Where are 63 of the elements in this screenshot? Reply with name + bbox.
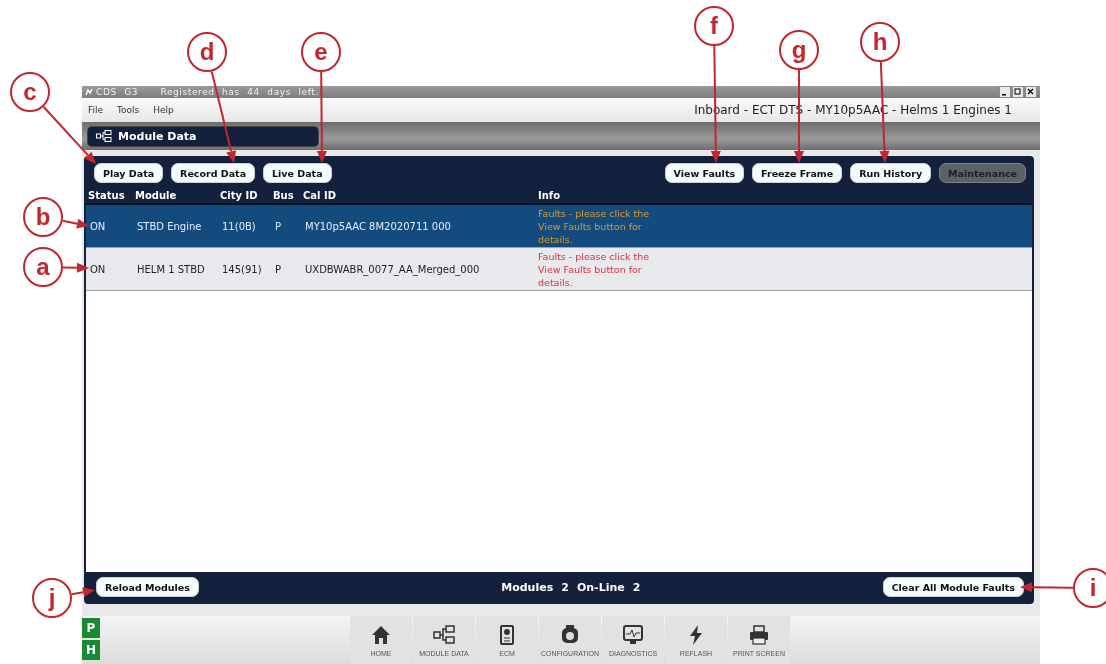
leader-arrow [70, 587, 95, 598]
table-row[interactable]: ON HELM 1 STBD 145(91) P UXDBWABR_0077_AA_Merged_000 Faults - please click the View Faults button for details. [86, 248, 1032, 291]
column-header[interactable]: Module [133, 189, 218, 201]
column-header[interactable]: Status [86, 189, 133, 201]
fault-message: Faults - please click the View Faults button for details. [537, 249, 651, 289]
table-cell-text: ON [89, 220, 107, 232]
reload-modules-button[interactable]: Reload Modules [96, 577, 199, 597]
table-cell-text: P [274, 220, 283, 232]
callout-label: f [694, 6, 734, 46]
column-header[interactable]: Cal ID [301, 189, 536, 201]
status-key[interactable]: H [82, 640, 100, 660]
menu-item[interactable]: Help [153, 105, 174, 115]
table-cell-text: P [274, 263, 283, 275]
printer-icon [748, 623, 770, 646]
table-cell-text: 145(91) [221, 263, 263, 275]
close-button[interactable] [1025, 86, 1037, 98]
menu-item[interactable]: Tools [117, 105, 140, 115]
callout-label: h [860, 22, 900, 62]
menu-item[interactable]: File [88, 105, 104, 115]
callout-label: b [23, 197, 63, 237]
module-icon [96, 130, 112, 142]
clear-faults-button[interactable]: Clear All Module Faults [882, 577, 1024, 597]
callout-label: e [301, 32, 341, 72]
restore-button[interactable] [1012, 86, 1024, 98]
table-cell-text: MY10p5AAC 8M2020711 000 [304, 220, 452, 232]
table-cell-text: STBD Engine [136, 220, 203, 232]
pill-button[interactable]: Live Data [263, 163, 332, 183]
module-icon [433, 623, 455, 646]
column-header[interactable]: Bus [271, 189, 301, 201]
pill-button[interactable]: View Faults [664, 163, 745, 183]
count-value: 2 [632, 580, 641, 594]
home-icon [370, 623, 392, 646]
fault-message: Faults - please click the View Faults button for details. [537, 206, 651, 246]
callout-label: i [1073, 568, 1106, 608]
table-cell-text: 11(0B) [221, 220, 257, 232]
callout-label: a [23, 247, 63, 287]
leader-arrow [1020, 582, 1074, 593]
column-header[interactable]: Info [536, 189, 668, 201]
table-row[interactable]: ON STBD Engine 11(0B) P MY10p5AAC 8M2020711 000 Faults - please click the View Faults button for details. [86, 205, 1032, 248]
count-label: Modules [501, 580, 554, 594]
callout-label: g [779, 30, 819, 70]
pill-button[interactable]: Run History [850, 163, 932, 183]
table-cell-text: ON [89, 263, 107, 275]
count-label: On-Line [576, 580, 625, 594]
count-value: 2 [561, 580, 569, 594]
callout-label: d [187, 32, 227, 72]
callout-label: j [32, 578, 72, 618]
pill-button[interactable]: Play Data [94, 163, 164, 183]
callout-label: c [10, 72, 50, 112]
column-header[interactable]: City ID [218, 189, 271, 201]
status-key[interactable]: P [82, 618, 100, 638]
leader-arrow [62, 262, 89, 273]
window-title: CDS G3 Registered has 44 days left. [96, 87, 319, 97]
table-cell-text: UXDBWABR_0077_AA_Merged_000 [304, 263, 481, 275]
pill-button[interactable]: Record Data [171, 163, 256, 183]
app-icon [85, 88, 93, 96]
leader-arrow [61, 218, 89, 229]
minimize-button[interactable] [999, 86, 1011, 98]
pill-button[interactable]: Freeze Frame [752, 163, 843, 183]
table-cell-text: HELM 1 STBD [136, 263, 206, 275]
monitor-icon [622, 623, 644, 646]
device-icon [559, 623, 581, 646]
module-data-tab[interactable]: Module Data [88, 126, 318, 146]
